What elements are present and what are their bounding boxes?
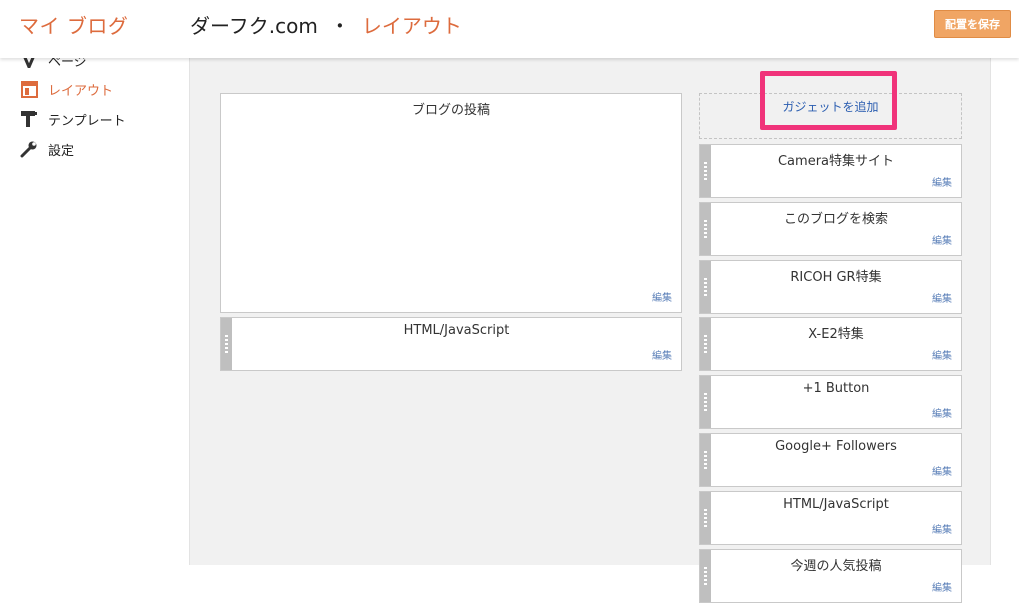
edit-link[interactable]: 編集	[932, 290, 952, 305]
gadget-title: HTML/JavaScript	[403, 323, 510, 338]
edit-link[interactable]: 編集	[932, 174, 952, 189]
gadget-title: +1 Button	[802, 381, 870, 396]
gadget-title: Camera特集サイト	[777, 154, 895, 169]
drag-handle[interactable]	[700, 434, 711, 486]
edit-link[interactable]: 編集	[932, 347, 952, 362]
gadget-title: HTML/JavaScript	[783, 497, 889, 512]
edit-link[interactable]: 編集	[932, 232, 952, 247]
sidebar: ページ レイアウト テンプレート 設定	[0, 52, 190, 565]
right-gutter	[990, 58, 1019, 565]
gadget-popular-posts[interactable]: 今週の人気投稿 編集	[699, 549, 962, 603]
title-separator: ・	[329, 14, 350, 38]
site-name: ダーフク.com	[190, 14, 318, 38]
gadget-blog-search[interactable]: このブログを検索 編集	[699, 202, 962, 256]
edit-link[interactable]: 編集	[932, 405, 952, 420]
gadget-html-javascript-main[interactable]: HTML/JavaScript 編集	[220, 317, 682, 371]
blog-posts-gadget[interactable]: ブログの投稿 編集	[220, 93, 682, 313]
gadget-xe2[interactable]: X-E2特集 編集	[699, 317, 962, 371]
drag-handle[interactable]	[700, 203, 711, 255]
sidebar-item-layout[interactable]: レイアウト	[19, 79, 113, 99]
edit-link[interactable]: 編集	[932, 579, 952, 594]
layout-icon	[19, 79, 39, 99]
top-header: マイ ブログ ダーフク.com ・レイアウト 配置を保存	[0, 0, 1019, 58]
brand-link[interactable]: マイ ブログ	[19, 10, 128, 39]
sidebar-item-label: レイアウト	[48, 83, 114, 99]
wrench-icon	[19, 139, 39, 159]
gadget-html-javascript-side[interactable]: HTML/JavaScript 編集	[699, 491, 962, 545]
gadget-title: RICOH GR特集	[790, 270, 882, 285]
drag-handle[interactable]	[700, 318, 711, 370]
drag-handle[interactable]	[700, 145, 711, 197]
sidebar-item-template[interactable]: テンプレート	[19, 109, 126, 129]
gadget-title: Google+ Followers	[775, 439, 897, 454]
layout-canvas: ブログの投稿 編集 HTML/JavaScript 編集 ガジェットを追加 Ca…	[190, 58, 990, 603]
gadget-title: ブログの投稿	[411, 103, 490, 118]
edit-link[interactable]: 編集	[932, 463, 952, 478]
save-arrangement-button[interactable]: 配置を保存	[934, 10, 1011, 38]
gadget-ricoh-gr[interactable]: RICOH GR特集 編集	[699, 260, 962, 314]
annotation-highlight-box	[760, 71, 897, 130]
edit-link[interactable]: 編集	[652, 347, 672, 362]
template-icon	[19, 109, 39, 129]
gadget-title: X-E2特集	[808, 327, 864, 342]
gadget-camera[interactable]: Camera特集サイト 編集	[699, 144, 962, 198]
drag-handle[interactable]	[700, 376, 711, 428]
page-title: ダーフク.com ・レイアウト	[190, 10, 462, 39]
gadget-google-plus-followers[interactable]: Google+ Followers 編集	[699, 433, 962, 487]
edit-link[interactable]: 編集	[652, 289, 672, 304]
drag-handle[interactable]	[700, 550, 711, 602]
sidebar-item-label: テンプレート	[48, 113, 126, 129]
current-page-name: レイアウト	[361, 14, 462, 38]
sidebar-item-label: 設定	[48, 143, 75, 159]
drag-handle[interactable]	[700, 492, 711, 544]
drag-handle[interactable]	[700, 261, 711, 313]
gadget-plus-one[interactable]: +1 Button 編集	[699, 375, 962, 429]
sidebar-item-settings[interactable]: 設定	[19, 139, 74, 159]
drag-handle[interactable]	[221, 318, 232, 370]
gadget-title: このブログを検索	[783, 212, 888, 227]
edit-link[interactable]: 編集	[932, 521, 952, 536]
